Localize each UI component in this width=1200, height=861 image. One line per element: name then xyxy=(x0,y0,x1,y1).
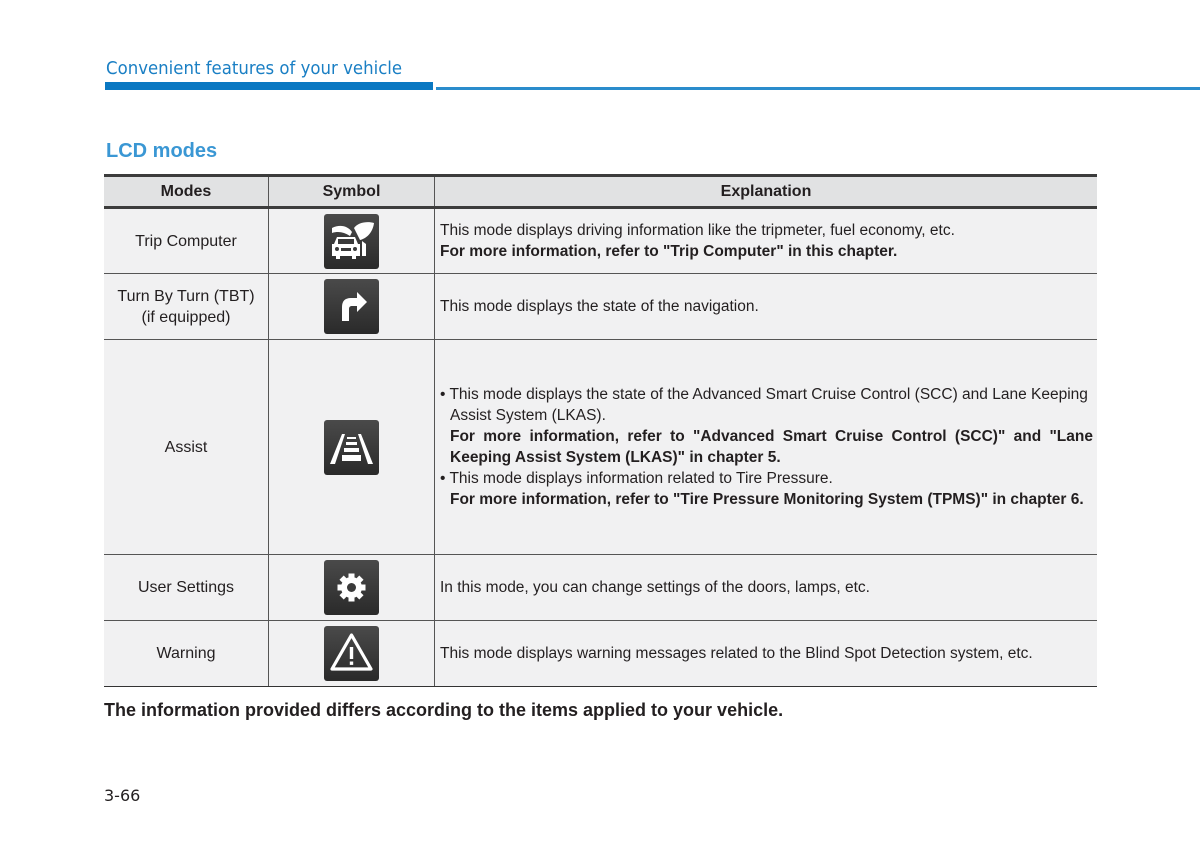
symbol-cell xyxy=(268,339,435,555)
explanation-text: This mode displays driving information l… xyxy=(440,222,955,239)
mode-cell: Turn By Turn (TBT) (if equipped) xyxy=(104,273,269,340)
table-header-row: Modes Symbol Explanation xyxy=(104,174,1097,209)
bullet-item: • This mode displays information related… xyxy=(440,470,833,487)
table-row-turn-by-turn: Turn By Turn (TBT) (if equipped) This mo… xyxy=(104,273,1097,340)
mode-cell: Assist xyxy=(104,339,269,555)
reference-text: For more information, refer to "Tire Pre… xyxy=(450,491,1084,508)
explanation-cell: In this mode, you can change settings of… xyxy=(434,554,1097,621)
reference-text: For more information, refer to "Advanced… xyxy=(450,428,1093,466)
symbol-cell xyxy=(268,273,435,340)
header-rule xyxy=(436,87,1200,90)
column-header-symbol: Symbol xyxy=(268,174,435,209)
explanation-cell: This mode displays the state of the navi… xyxy=(434,273,1097,340)
explanation-cell: This mode displays warning messages rela… xyxy=(434,620,1097,687)
column-header-explanation: Explanation xyxy=(434,174,1097,209)
mode-cell: User Settings xyxy=(104,554,269,621)
mode-label: Warning xyxy=(156,645,216,662)
mode-label-note: (if equipped) xyxy=(141,308,231,326)
bullet-text: This mode displays information related t… xyxy=(449,470,833,487)
table-row-assist: Assist • This mode displays the state of… xyxy=(104,339,1097,555)
trip-computer-icon xyxy=(324,213,379,269)
explanation-cell: • This mode displays the state of the Ad… xyxy=(434,339,1097,555)
mode-label: Trip Computer xyxy=(135,232,237,250)
explanation-text: This mode displays the state of the navi… xyxy=(440,298,759,315)
section-title: LCD modes xyxy=(106,140,218,162)
lcd-modes-table: Modes Symbol Explanation Trip Computer T… xyxy=(104,174,1097,687)
mode-label: User Settings xyxy=(137,579,235,596)
reference-text: For more information, refer to "Trip Com… xyxy=(440,243,898,260)
table-row-user-settings: User Settings In this mode, you can chan… xyxy=(104,554,1097,621)
mode-cell: Trip Computer xyxy=(104,207,269,274)
bullet-text: This mode displays the state of the Adva… xyxy=(449,386,1088,424)
mode-cell: Warning xyxy=(104,620,269,687)
explanation-text: This mode displays warning messages rela… xyxy=(440,645,1033,662)
applicability-note: The information provided differs accordi… xyxy=(104,700,784,720)
table-row-trip-computer: Trip Computer This mode displays driving… xyxy=(104,207,1097,274)
gear-icon xyxy=(324,560,379,615)
column-header-modes: Modes xyxy=(104,174,269,209)
symbol-cell xyxy=(268,554,435,621)
lane-assist-icon xyxy=(324,419,379,475)
table-row-warning: Warning This mode displays warning messa… xyxy=(104,620,1097,687)
warning-triangle-icon xyxy=(324,626,379,681)
header-accent-bar xyxy=(105,82,433,90)
turn-arrow-icon xyxy=(324,279,379,334)
chapter-title: Convenient features of your vehicle xyxy=(106,58,403,79)
symbol-cell xyxy=(268,207,435,274)
mode-label: Assist xyxy=(164,438,208,456)
explanation-text: In this mode, you can change settings of… xyxy=(440,579,870,596)
mode-label: Turn By Turn (TBT) xyxy=(117,287,255,305)
page-number: 3-66 xyxy=(104,786,141,805)
bullet-item: • This mode displays the state of the Ad… xyxy=(440,386,1088,424)
explanation-cell: This mode displays driving information l… xyxy=(434,207,1097,274)
symbol-cell xyxy=(268,620,435,687)
